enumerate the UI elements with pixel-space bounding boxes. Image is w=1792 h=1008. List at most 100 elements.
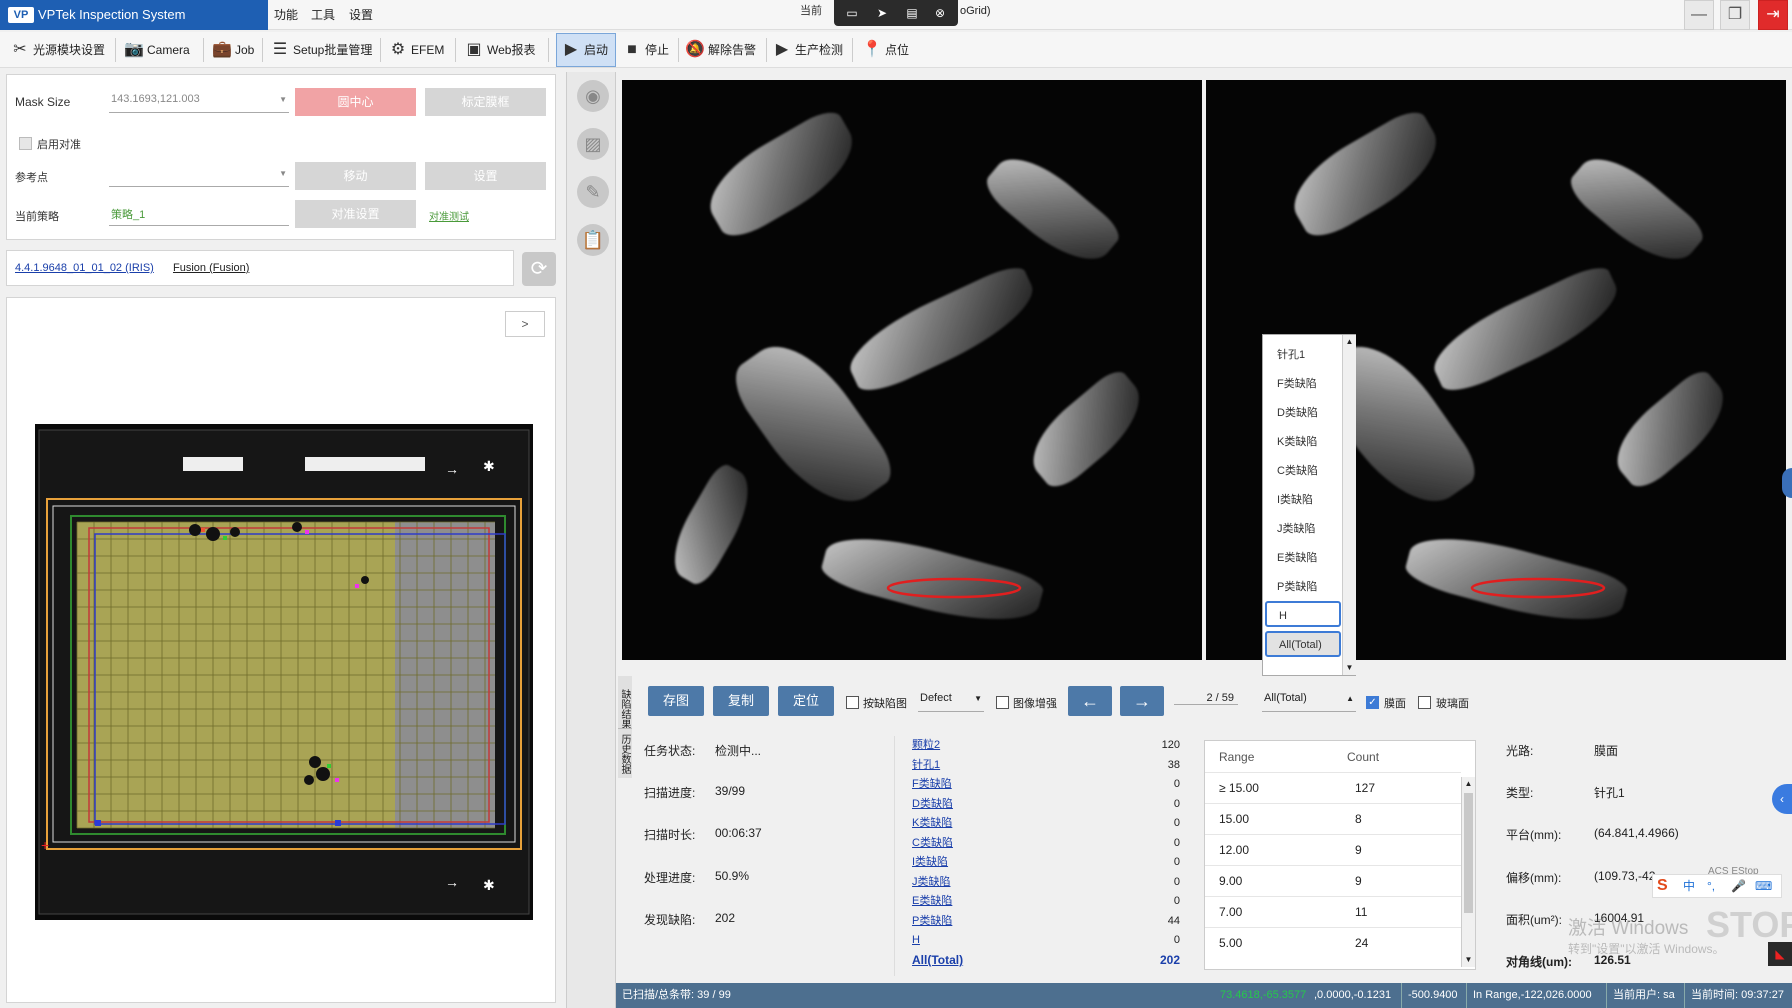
circle-center-button[interactable]: 圆中心: [295, 88, 416, 116]
refresh-gear-icon[interactable]: ⟳: [522, 252, 556, 286]
camera-button[interactable]: 📷 Camera: [124, 36, 190, 64]
keyboard-icon[interactable]: ⌨: [1755, 875, 1772, 897]
ime-toolbar[interactable]: S 中 °, 🎤 ⌨: [1652, 874, 1782, 898]
dropdown-item[interactable]: K类缺陷: [1277, 432, 1317, 452]
align-settings-button[interactable]: 对准设置: [295, 200, 416, 228]
ime-punct-icon[interactable]: °,: [1707, 875, 1715, 897]
setup-batch-button[interactable]: ☰ Setup批量管理: [270, 36, 373, 64]
filter-select[interactable]: All(Total) ▲: [1262, 692, 1356, 712]
ref-point-field[interactable]: ▼: [109, 167, 289, 187]
job-button[interactable]: 💼 Job: [212, 36, 254, 64]
range-table-scrollbar[interactable]: ▲ ▼: [1461, 777, 1475, 967]
align-test-link[interactable]: 对准测试: [429, 208, 469, 223]
web-report-button[interactable]: ▣ Web报表: [464, 36, 535, 64]
recipe-link-fusion[interactable]: Fusion (Fusion): [173, 262, 249, 274]
defect-type-dropdown-list[interactable]: 针孔1 F类缺陷 D类缺陷 K类缺陷 C类缺陷 I类缺陷 J类缺陷 E类缺陷 P…: [1262, 334, 1356, 676]
strategy-field[interactable]: 策略_1: [109, 206, 289, 226]
defect-type-link[interactable]: 颗粒2: [912, 736, 940, 754]
dropdown-item[interactable]: E类缺陷: [1277, 548, 1317, 568]
calibrate-frame-button[interactable]: 标定膜框: [425, 88, 546, 116]
defect-type-link[interactable]: E类缺陷: [912, 892, 952, 910]
table-row[interactable]: ≥ 15.00 127: [1205, 772, 1461, 803]
dropdown-item-selected[interactable]: All(Total): [1265, 631, 1341, 657]
efem-button[interactable]: ⚙ EFEM: [388, 36, 445, 64]
glass-checkbox[interactable]: [1418, 695, 1431, 710]
dropdown-item[interactable]: P类缺陷: [1277, 577, 1317, 597]
membrane-checkbox[interactable]: ✓: [1366, 695, 1379, 710]
dropdown-item[interactable]: 针孔1: [1277, 345, 1305, 365]
recipe-link-iris[interactable]: 4.4.1.9648_01_01_02 (IRIS): [15, 262, 154, 274]
camera-icon[interactable]: ◉: [577, 80, 609, 112]
defect-type-link[interactable]: C类缺陷: [912, 834, 953, 852]
enable-align-checkbox[interactable]: [19, 136, 32, 151]
dropdown-item[interactable]: F类缺陷: [1277, 374, 1317, 394]
defect-image-left[interactable]: [622, 80, 1202, 660]
defect-type-link[interactable]: H: [912, 931, 920, 949]
ime-chinese-icon[interactable]: 中: [1683, 875, 1695, 897]
production-inspect-button[interactable]: ▶ 生产检测: [772, 36, 843, 64]
defect-total-link[interactable]: All(Total): [912, 951, 963, 969]
expand-button[interactable]: >: [505, 311, 545, 337]
scroll-down-icon[interactable]: ▼: [1343, 661, 1356, 675]
defect-type-link[interactable]: P类缺陷: [912, 912, 952, 930]
maximize-button[interactable]: ❐: [1720, 0, 1750, 30]
menu-tools[interactable]: 工具: [311, 0, 335, 30]
mask-size-field[interactable]: 143.1693,121.003 ▼: [109, 93, 289, 113]
dropdown-scrollbar[interactable]: ▲ ▼: [1342, 335, 1356, 675]
set-button[interactable]: 设置: [425, 162, 546, 190]
tab-history-data[interactable]: 历史数据: [618, 728, 632, 778]
enhance-checkbox[interactable]: [996, 695, 1009, 710]
menu-function[interactable]: 功能: [274, 0, 298, 30]
side-handle[interactable]: [1782, 468, 1792, 498]
table-row[interactable]: 9.00 9: [1205, 865, 1461, 896]
table-row[interactable]: 5.00 24: [1205, 927, 1461, 958]
stop-button[interactable]: ■ 停止: [622, 36, 669, 64]
menu-settings[interactable]: 设置: [349, 0, 373, 30]
dropdown-item[interactable]: J类缺陷: [1277, 519, 1316, 539]
dropdown-item[interactable]: I类缺陷: [1277, 490, 1313, 510]
point-button[interactable]: 📍 点位: [862, 36, 909, 64]
prev-arrow-button[interactable]: ←: [1068, 686, 1112, 716]
page-indicator[interactable]: 2 / 59: [1174, 692, 1238, 705]
scroll-thumb[interactable]: [1464, 793, 1473, 913]
locate-button[interactable]: 定位: [778, 686, 834, 716]
dropdown-item[interactable]: H: [1265, 601, 1341, 627]
next-arrow-button[interactable]: →: [1120, 686, 1164, 716]
keyboard-icon[interactable]: ▤: [904, 5, 920, 21]
dropdown-item[interactable]: C类缺陷: [1277, 461, 1318, 481]
clipboard-icon[interactable]: 📋: [577, 224, 609, 256]
microphone-icon[interactable]: 🎤: [1731, 875, 1746, 897]
defect-type-link[interactable]: 针孔1: [912, 756, 940, 774]
defect-select[interactable]: Defect ▼: [918, 692, 984, 712]
close-session-icon[interactable]: ⊗: [932, 5, 948, 21]
table-row[interactable]: 12.00 9: [1205, 834, 1461, 865]
image-icon[interactable]: ▨: [577, 128, 609, 160]
light-module-button[interactable]: ✂ 光源模块设置: [10, 36, 105, 64]
wafer-map[interactable]: ✱ → ✱ → +: [35, 424, 533, 920]
copy-button[interactable]: 复制: [713, 686, 769, 716]
save-image-button[interactable]: 存图: [648, 686, 704, 716]
defect-type-link[interactable]: J类缺陷: [912, 873, 951, 891]
ruler-icon[interactable]: ✎: [577, 176, 609, 208]
move-button[interactable]: 移动: [295, 162, 416, 190]
exit-button[interactable]: ⇥: [1758, 0, 1788, 30]
pointer-icon[interactable]: ➤: [874, 5, 890, 21]
defect-type-link[interactable]: I类缺陷: [912, 853, 948, 871]
scroll-up-icon[interactable]: ▲: [1343, 335, 1356, 349]
defect-type-link[interactable]: D类缺陷: [912, 795, 953, 813]
scroll-up-icon[interactable]: ▲: [1462, 777, 1475, 791]
table-row[interactable]: 15.00 8: [1205, 803, 1461, 834]
estop-icon[interactable]: ◣: [1768, 942, 1792, 966]
dropdown-item[interactable]: D类缺陷: [1277, 403, 1318, 423]
defect-type-link[interactable]: F类缺陷: [912, 775, 952, 793]
clear-alarm-button[interactable]: 🔕 解除告警: [685, 36, 756, 64]
scroll-down-icon[interactable]: ▼: [1462, 953, 1475, 967]
monitor-icon[interactable]: ▭: [844, 5, 860, 21]
defect-type-link[interactable]: K类缺陷: [912, 814, 952, 832]
minimize-button[interactable]: —: [1684, 0, 1714, 30]
wafer-map-panel: > ✱ → ✱ → +: [6, 297, 556, 1003]
chevron-left-icon[interactable]: ‹: [1772, 784, 1792, 814]
by-defect-checkbox[interactable]: [846, 695, 859, 710]
table-row[interactable]: 7.00 11: [1205, 896, 1461, 927]
start-button[interactable]: ▶ 启动: [556, 33, 616, 67]
